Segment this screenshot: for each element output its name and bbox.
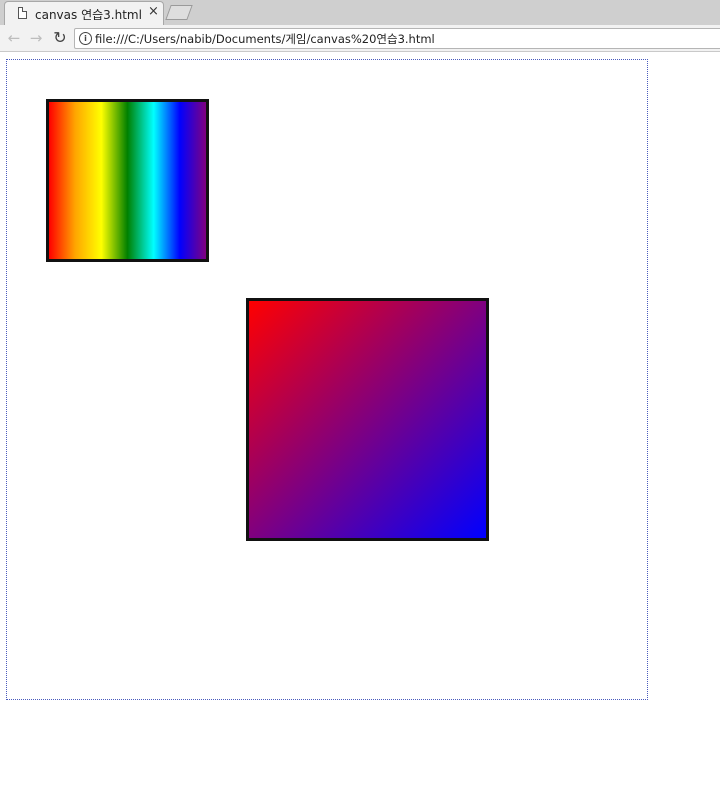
reload-icon[interactable]: ↻ [50, 28, 70, 48]
close-icon[interactable]: × [148, 4, 159, 20]
red-blue-gradient-square [246, 298, 489, 541]
page-icon [18, 7, 27, 19]
tab-strip: canvas 연습3.html × [0, 0, 720, 25]
info-icon[interactable]: i [79, 32, 92, 45]
address-bar[interactable]: i file:///C:/Users/nabib/Documents/게임/ca… [74, 28, 720, 49]
rainbow-gradient-square [46, 99, 209, 262]
new-tab-button[interactable] [165, 5, 193, 20]
tab-active[interactable]: canvas 연습3.html × [4, 1, 164, 25]
back-arrow-icon[interactable]: ← [4, 28, 24, 48]
browser-toolbar: ← → ↻ i file:///C:/Users/nabib/Documents… [0, 25, 720, 52]
url-text[interactable]: file:///C:/Users/nabib/Documents/게임/canv… [95, 31, 435, 47]
forward-arrow-icon[interactable]: → [26, 28, 46, 48]
canvas-element [6, 59, 648, 700]
tab-title: canvas 연습3.html [35, 8, 142, 22]
